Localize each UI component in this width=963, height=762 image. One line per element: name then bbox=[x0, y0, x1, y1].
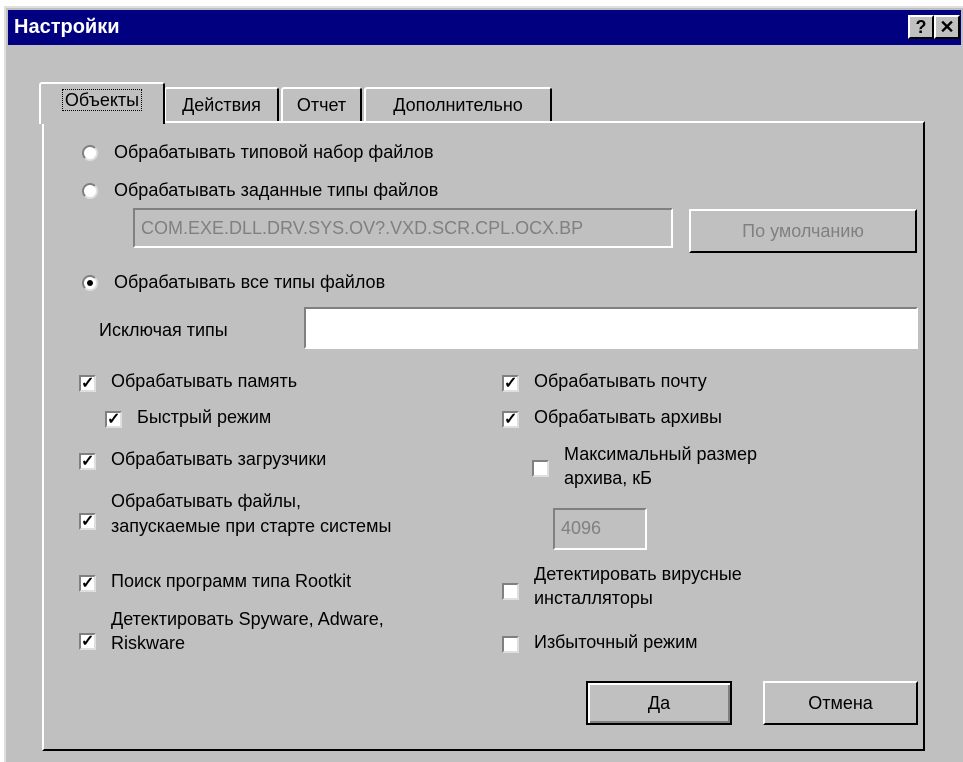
tab-actions-label: Действия bbox=[182, 95, 261, 115]
close-button[interactable]: ✕ bbox=[934, 15, 960, 39]
help-button[interactable]: ? bbox=[908, 15, 934, 39]
tab-advanced[interactable]: Дополнительно bbox=[364, 87, 552, 123]
tab-report[interactable]: Отчет bbox=[281, 87, 362, 123]
window-title: Настройки bbox=[14, 16, 120, 38]
tab-objects-label: Объекты bbox=[61, 89, 143, 111]
tab-actions[interactable]: Действия bbox=[164, 87, 279, 123]
tab-panel bbox=[42, 121, 925, 751]
settings-dialog: Настройки ? ✕ Объекты Действия Отчет Доп… bbox=[4, 6, 963, 762]
tab-report-label: Отчет bbox=[296, 95, 347, 115]
tab-advanced-label: Дополнительно bbox=[393, 95, 523, 115]
tab-objects[interactable]: Объекты bbox=[39, 82, 165, 124]
title-bar[interactable]: Настройки ? ✕ bbox=[8, 10, 961, 45]
